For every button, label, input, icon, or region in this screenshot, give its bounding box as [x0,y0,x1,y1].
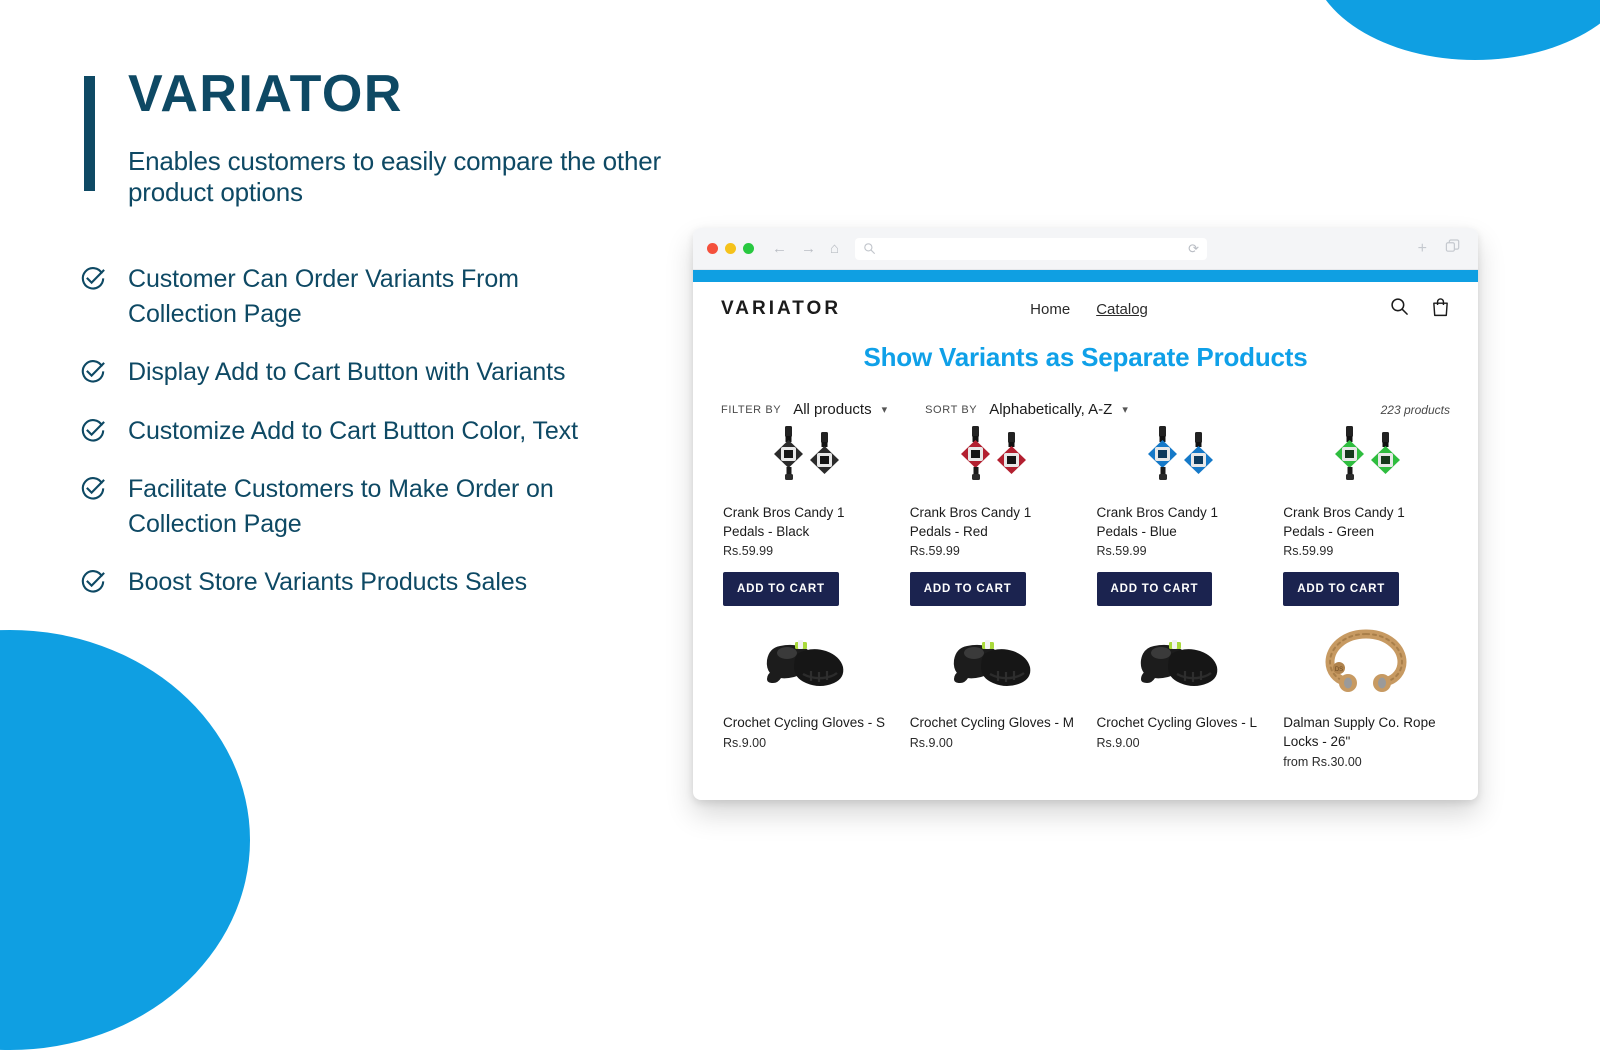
product-card[interactable]: Crochet Cycling Gloves - S Rs.9.00 [717,620,894,768]
arrow-left-icon[interactable]: ← [772,241,787,256]
plus-icon[interactable]: + [1418,240,1427,257]
list-item: Facilitate Customers to Make Order on Co… [80,472,680,541]
product-price: Rs.59.99 [909,544,960,559]
feature-text: Boost Store Variants Products Sales [128,568,528,596]
check-circle-icon [80,418,106,444]
hero-title-block: VARIATOR Enables customers to easily com… [84,68,684,208]
product-card[interactable]: Crank Bros Candy 1 Pedals - Black Rs.59.… [717,414,894,607]
product-name: Crochet Cycling Gloves - L [1096,715,1258,731]
list-item: Customer Can Order Variants From Collect… [80,262,680,331]
product-image-cycling-gloves [910,624,1075,700]
product-grid-row-2: Crochet Cycling Gloves - S Rs.9.00 Croch… [693,620,1478,769]
search-icon[interactable] [1390,297,1409,321]
add-to-cart-button[interactable]: ADD TO CART [1096,572,1213,607]
feature-list: Customer Can Order Variants From Collect… [80,262,680,624]
page-subtitle: Enables customers to easily compare the … [128,146,661,207]
product-price: Rs.9.00 [909,735,953,750]
product-price: Rs.59.99 [1283,544,1334,559]
add-to-cart-button[interactable]: ADD TO CART [723,572,839,607]
product-image-bike-pedal-black [723,418,888,490]
reload-icon[interactable]: ⟳ [1188,241,1199,257]
product-name: Crochet Cycling Gloves - M [909,715,1075,731]
check-circle-icon [80,476,106,502]
arrow-right-icon[interactable]: → [801,241,816,256]
feature-text: Customer Can Order Variants From Collect… [128,265,519,328]
left-content-pane: VARIATOR Enables customers to easily com… [0,0,700,900]
product-image-cycling-gloves [723,624,888,700]
nav-item-catalog[interactable]: Catalog [1096,301,1148,318]
product-card[interactable]: Crank Bros Candy 1 Pedals - Red Rs.59.99… [904,414,1081,607]
product-image-bike-pedal-green [1283,418,1448,490]
product-name: Crank Bros Candy 1 Pedals - Black [723,505,845,539]
add-to-cart-button[interactable]: ADD TO CART [1283,572,1400,607]
product-grid-row-1: Crank Bros Candy 1 Pedals - Black Rs.59.… [693,414,1478,607]
product-image-cycling-gloves [1097,624,1262,700]
product-card[interactable]: Crank Bros Candy 1 Pedals - Green Rs.59.… [1277,414,1454,607]
product-price: from Rs.30.00 [1283,754,1362,769]
product-name: Crank Bros Candy 1 Pedals - Blue [1096,505,1219,539]
minimize-window-button[interactable] [725,243,736,254]
home-icon[interactable]: ⌂ [830,241,839,256]
search-icon [863,242,876,255]
product-price: Rs.59.99 [1096,544,1147,559]
list-item: Customize Add to Cart Button Color, Text [80,414,680,449]
product-price: Rs.59.99 [723,544,774,559]
product-card[interactable]: Crochet Cycling Gloves - M Rs.9.00 [904,620,1081,768]
product-price: Rs.9.00 [723,735,767,750]
product-name: Crank Bros Candy 1 Pedals - Green [1283,505,1405,539]
browser-window-mockup: ← → ⌂ ⟳ + VARIATOR Home Catalog Show Var… [693,228,1478,800]
product-card[interactable]: Crochet Cycling Gloves - L Rs.9.00 [1091,620,1268,768]
browser-toolbar: ← → ⌂ ⟳ + [693,228,1478,270]
product-name: Dalman Supply Co. Rope Locks - 26" [1283,715,1436,749]
store-nav: Home Catalog [1030,301,1148,318]
product-image-bike-pedal-blue [1097,418,1262,490]
product-card[interactable]: Crank Bros Candy 1 Pedals - Blue Rs.59.9… [1091,414,1268,607]
address-bar[interactable]: ⟳ [855,237,1208,260]
shopping-bag-icon[interactable] [1431,297,1450,322]
store-header: VARIATOR Home Catalog [693,282,1478,336]
window-traffic-lights [707,243,754,254]
nav-item-home[interactable]: Home [1030,301,1070,318]
product-name: Crank Bros Candy 1 Pedals - Red [909,505,1032,539]
feature-text: Customize Add to Cart Button Color, Text [128,416,578,445]
browser-nav-buttons: ← → ⌂ [772,241,839,256]
title-accent-bar [84,76,95,191]
collection-page-heading: Show Variants as Separate Products [863,342,1308,372]
check-circle-icon [80,359,106,385]
feature-text: Facilitate Customers to Make Order on Co… [128,475,554,538]
store-logo[interactable]: VARIATOR [721,298,841,320]
store-header-icons [1390,297,1450,322]
list-item: Boost Store Variants Products Sales [80,565,680,600]
browser-toolbar-right: + [1418,239,1464,258]
product-price: Rs.9.00 [1096,735,1140,750]
page-title: VARIATOR [128,65,403,123]
svg-text:DS: DS [1334,667,1342,673]
address-input[interactable] [876,241,1189,256]
add-to-cart-button[interactable]: ADD TO CART [909,572,1026,607]
copy-tabs-icon[interactable] [1445,239,1460,258]
close-window-button[interactable] [707,243,718,254]
product-card[interactable]: DS Dalman Supply Co. Rope Locks - 26" fr… [1277,620,1454,769]
list-item: Display Add to Cart Button with Variants [80,355,680,390]
maximize-window-button[interactable] [743,243,754,254]
store-announcement-bar [693,270,1478,282]
product-image-bike-pedal-red [910,418,1075,490]
feature-text: Display Add to Cart Button with Variants [128,358,566,386]
check-circle-icon [80,569,106,595]
check-circle-icon [80,266,106,292]
product-name: Crochet Cycling Gloves - S [723,715,886,731]
product-image-rope-lock: DS [1283,624,1448,700]
decorative-blob-top-right [1310,0,1600,60]
